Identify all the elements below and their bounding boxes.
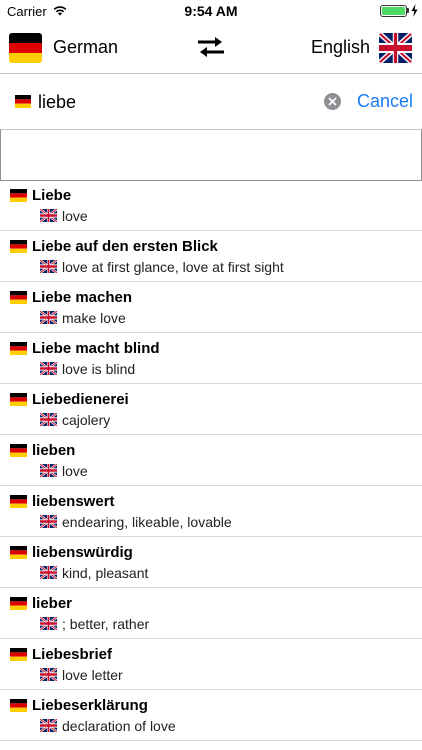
german-flag-icon [10,648,27,661]
english-translation: cajolery [62,412,111,428]
result-row[interactable]: Liebe auf den ersten Blick love at first… [0,231,422,282]
status-bar: Carrier 9:54 AM [0,0,422,22]
result-row[interactable]: Liebe macht blind love is blind [0,333,422,384]
source-language[interactable]: German [53,37,118,58]
german-flag-icon [10,444,27,457]
german-flag-icon [10,240,27,253]
english-translation: love [62,208,88,224]
language-bar: German English [0,22,422,73]
english-translation: endearing, likeable, lovable [62,514,232,530]
english-translation: make love [62,310,126,326]
english-translation: love is blind [62,361,136,377]
result-row[interactable]: Liebe machen make love [0,282,422,333]
battery-level [382,7,405,15]
uk-flag-icon [40,362,57,375]
uk-flag-icon [40,515,57,528]
results-list: Liebe love Liebe auf den ersten Blick lo… [0,180,422,741]
uk-flag-icon [40,464,57,477]
german-flag-icon [10,597,27,610]
german-term: Liebe macht blind [32,340,160,357]
english-translation: love [62,463,88,479]
uk-flag-icon [40,311,57,324]
cancel-button[interactable]: Cancel [357,91,413,112]
clear-search-icon[interactable] [324,93,341,110]
result-row[interactable]: lieber ; better, rather [0,588,422,639]
english-translation: declaration of love [62,718,176,734]
german-term: lieben [32,442,76,459]
result-row[interactable]: Liebesbrief love letter [0,639,422,690]
battery-icon [380,5,407,17]
swap-arrows-icon[interactable] [196,35,226,59]
uk-flag-icon [40,413,57,426]
german-term: Liebe auf den ersten Blick [32,238,218,255]
german-flag-icon [10,291,27,304]
result-row[interactable]: liebenswürdig kind, pleasant [0,537,422,588]
german-term: liebenswert [32,493,115,510]
german-term: Liebedienerei [32,391,129,408]
german-term: Liebesbrief [32,646,113,663]
german-flag-icon [10,393,27,406]
uk-flag-icon [40,617,57,630]
uk-flag-icon [40,209,57,222]
german-term: lieber [32,595,73,612]
english-translation: love at first glance, love at first sigh… [62,259,284,275]
result-row[interactable]: Liebedienerei cajolery [0,384,422,435]
uk-flag-icon [40,668,57,681]
german-term: liebenswürdig [32,544,133,561]
clock: 9:54 AM [184,3,238,19]
german-term: Liebe [32,187,72,204]
german-flag-icon [10,189,27,202]
uk-flag-icon[interactable] [379,33,412,63]
german-flag-icon[interactable] [9,33,42,63]
german-flag-icon [10,495,27,508]
result-row[interactable]: Liebeserklärung declaration of love [0,690,422,741]
german-flag-icon [10,699,27,712]
empty-panel [0,129,422,181]
result-row[interactable]: liebenswert endearing, likeable, lovable [0,486,422,537]
german-flag-icon [15,95,31,108]
uk-flag-icon [40,566,57,579]
english-translation: kind, pleasant [62,565,149,581]
search-input[interactable] [38,87,308,117]
charging-bolt-icon [411,4,418,17]
battery-nub [407,8,409,13]
german-term: Liebe machen [32,289,133,306]
english-translation: love letter [62,667,123,683]
target-language[interactable]: English [311,37,370,58]
result-row[interactable]: Liebe love [0,180,422,231]
uk-flag-icon [40,719,57,732]
uk-flag-icon [40,260,57,273]
german-flag-icon [10,546,27,559]
search-bar: Cancel [0,74,422,129]
result-row[interactable]: lieben love [0,435,422,486]
german-term: Liebeserklärung [32,697,148,714]
german-flag-icon [10,342,27,355]
english-translation: ; better, rather [62,616,150,632]
search-area: Cancel [0,73,422,181]
